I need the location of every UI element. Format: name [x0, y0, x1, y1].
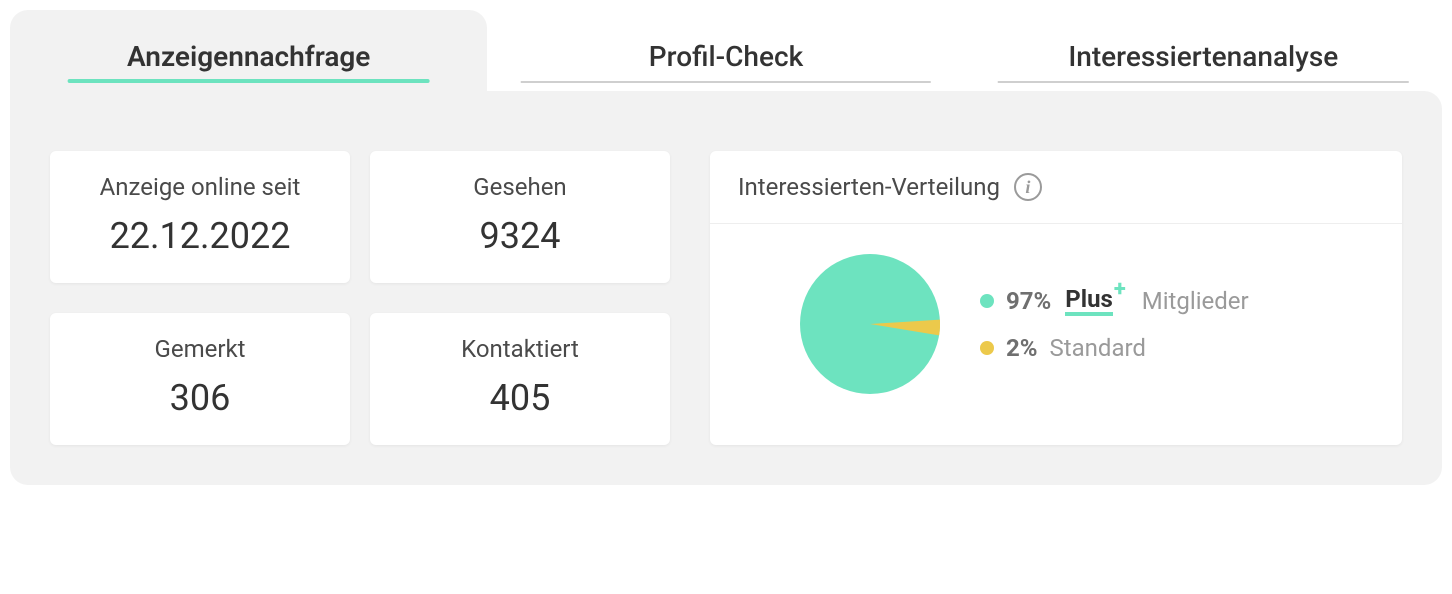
stat-value: 405	[380, 377, 660, 419]
tab-panel: Anzeige online seit 22.12.2022 Gesehen 9…	[10, 91, 1442, 485]
stat-card-contacted: Kontaktiert 405	[370, 313, 670, 445]
tab-profil-check[interactable]: Profil-Check	[487, 10, 964, 91]
legend-label: Standard	[1050, 334, 1146, 362]
pie-chart	[800, 254, 940, 394]
tab-label: Profil-Check	[649, 40, 803, 73]
distribution-card: Interessierten-Verteilung i 97% Plus	[710, 151, 1402, 445]
legend-label-suffix: Mitglieder	[1142, 287, 1249, 315]
legend-percent: 97%	[1006, 287, 1051, 315]
tab-anzeigennachfrage[interactable]: Anzeigennachfrage	[10, 10, 487, 91]
tab-label: Interessiertenanalyse	[1068, 40, 1338, 73]
distribution-body: 97% Plus + Mitglieder 2% Standard	[710, 224, 1402, 434]
distribution-title: Interessierten-Verteilung	[738, 173, 1000, 201]
stat-label: Gemerkt	[60, 335, 340, 363]
stat-value: 22.12.2022	[60, 215, 340, 257]
tab-interessiertenanalyse[interactable]: Interessiertenanalyse	[965, 10, 1442, 91]
tab-label: Anzeigennachfrage	[127, 40, 370, 73]
legend-row-plus: 97% Plus + Mitglieder	[980, 287, 1249, 316]
tab-inactive-underline	[521, 81, 932, 83]
plus-badge: Plus +	[1065, 287, 1125, 316]
legend-dot-standard	[980, 341, 994, 355]
stat-label: Kontaktiert	[380, 335, 660, 363]
stat-card-online-since: Anzeige online seit 22.12.2022	[50, 151, 350, 283]
stat-value: 9324	[380, 215, 660, 257]
tab-active-underline	[67, 79, 430, 83]
distribution-header: Interessierten-Verteilung i	[710, 151, 1402, 224]
stats-grid: Anzeige online seit 22.12.2022 Gesehen 9…	[50, 151, 670, 445]
legend-dot-plus	[980, 294, 994, 308]
pie-legend: 97% Plus + Mitglieder 2% Standard	[980, 287, 1249, 362]
stat-label: Gesehen	[380, 173, 660, 201]
legend-percent: 2%	[1006, 334, 1038, 362]
tab-inactive-underline	[998, 81, 1409, 83]
stat-card-saved: Gemerkt 306	[50, 313, 350, 445]
plus-badge-text: Plus	[1065, 287, 1113, 316]
legend-row-standard: 2% Standard	[980, 334, 1249, 362]
info-icon[interactable]: i	[1014, 173, 1042, 201]
tab-bar: Anzeigennachfrage Profil-Check Interessi…	[10, 10, 1442, 91]
plus-badge-icon: +	[1114, 279, 1126, 301]
stat-label: Anzeige online seit	[60, 173, 340, 201]
stat-value: 306	[60, 377, 340, 419]
stat-card-seen: Gesehen 9324	[370, 151, 670, 283]
dashboard-container: Anzeigennachfrage Profil-Check Interessi…	[10, 10, 1442, 485]
